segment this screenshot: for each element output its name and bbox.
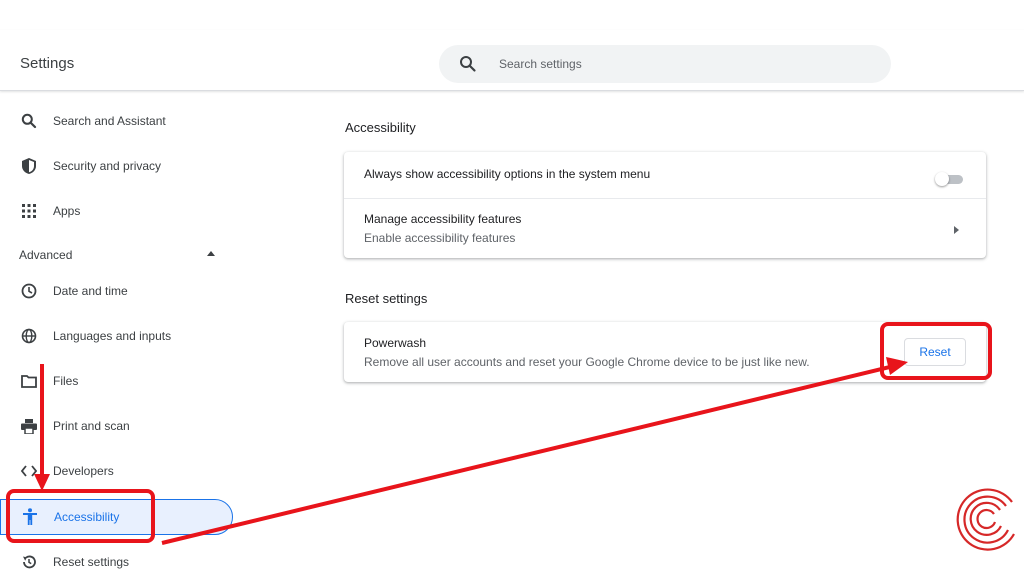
search-box[interactable] [439,45,891,83]
advanced-label: Advanced [19,248,73,262]
sidebar-item-label: Security and privacy [53,159,162,173]
sidebar-item-label: Search and Assistant [53,114,166,128]
sidebar-item-apps[interactable]: Apps [0,193,232,229]
printer-icon [20,417,38,435]
top-bar: Settings [0,30,1024,91]
shield-icon [20,157,38,175]
sidebar-item-label: Apps [53,204,81,218]
sidebar-item-label: Date and time [53,284,128,298]
sidebar-item-label: Print and scan [53,419,130,433]
accessibility-card: Always show accessibility options in the… [344,152,986,258]
sidebar-item-label: Reset settings [53,555,130,569]
sidebar-item-languages-and-inputs[interactable]: Languages and inputs [0,318,232,354]
search-input[interactable] [499,55,859,73]
caret-up-icon [207,251,215,256]
annotation-arrow-to-reset [161,365,891,545]
apps-grid-icon [20,202,38,220]
manage-a11y-features-row[interactable]: Manage accessibility features Enable acc… [344,199,986,258]
reset-card: Powerwash Remove all user accounts and r… [344,322,986,382]
sidebar: Search and Assistant Security and privac… [0,92,240,569]
toggle-knob [935,172,949,186]
sidebar-item-label: Accessibility [54,510,120,524]
sidebar-item-label: Files [53,374,79,388]
sidebar-item-print-and-scan[interactable]: Print and scan [0,408,232,444]
always-show-a11y-row[interactable]: Always show accessibility options in the… [344,152,986,198]
accessibility-icon [21,508,39,526]
code-icon [20,462,38,480]
powerwash-title: Powerwash [364,336,427,350]
sidebar-item-reset-settings[interactable]: Reset settings [0,544,232,580]
reset-button[interactable]: Reset [904,338,966,366]
powerwash-description: Remove all user accounts and reset your … [364,355,810,369]
search-icon [459,55,477,73]
clock-icon [20,282,38,300]
section-title-accessibility: Accessibility [345,120,416,135]
section-title-reset-settings: Reset settings [345,291,428,306]
sidebar-item-accessibility[interactable]: Accessibility [0,499,233,535]
globe-icon [20,327,38,345]
always-show-a11y-toggle[interactable] [935,172,965,186]
advanced-section-toggle[interactable]: Advanced [19,248,219,264]
folder-icon [20,372,38,390]
sidebar-item-search-and-assistant[interactable]: Search and Assistant [0,103,232,139]
row-title: Always show accessibility options in the… [364,167,651,181]
watermark-logo [956,488,1015,551]
sidebar-item-date-and-time[interactable]: Date and time [0,273,232,309]
sidebar-item-security-and-privacy[interactable]: Security and privacy [0,148,232,184]
sidebar-item-developers[interactable]: Developers [0,453,232,489]
sidebar-item-label: Languages and inputs [53,329,172,343]
row-subtitle: Enable accessibility features [364,231,516,245]
search-icon [20,112,38,130]
sidebar-item-files[interactable]: Files [0,363,232,399]
history-icon [20,553,38,571]
chevron-right-icon [954,226,959,234]
row-title: Manage accessibility features [364,212,522,226]
app-title: Settings [20,55,75,72]
sidebar-item-label: Developers [53,464,114,478]
